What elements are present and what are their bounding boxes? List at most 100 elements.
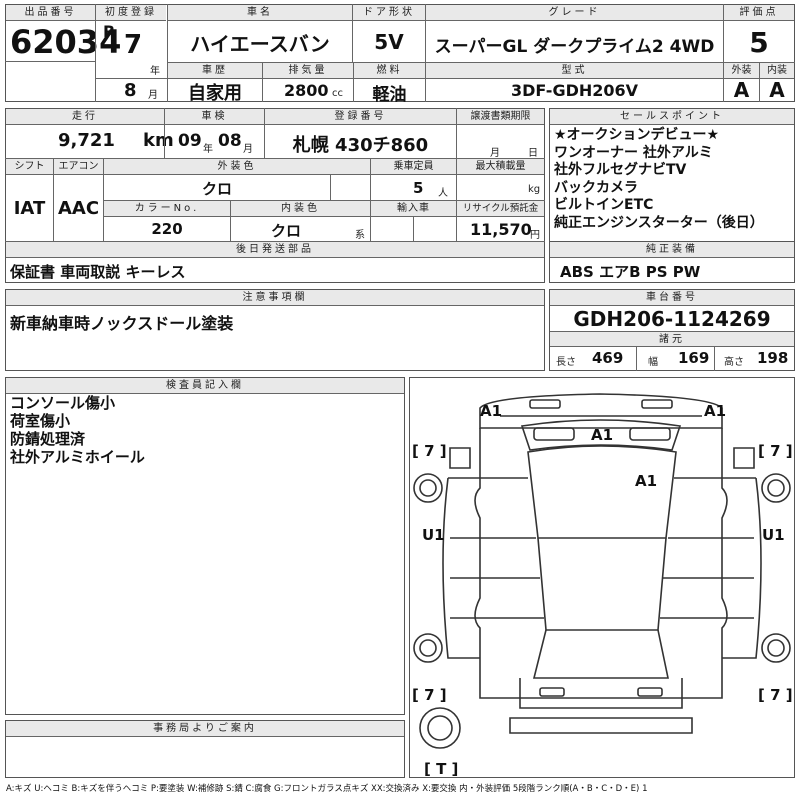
lot-number-label: 出品番号 — [6, 5, 95, 21]
sales-points-list: ★オークションデビュー★ ワンオーナー 社外アルミ 社外フルセグナビTV バック… — [554, 127, 764, 232]
exterior-label: 外装 — [724, 63, 759, 79]
chassis-label: 車台番号 — [550, 290, 794, 306]
shift: IAT — [13, 198, 46, 219]
score: 5 — [749, 26, 769, 59]
width-label: 幅 — [648, 357, 658, 368]
specs-label: 諸元 — [550, 331, 794, 347]
sales-points-section: セールスポイント ★オークションデビュー★ ワンオーナー 社外アルミ 社外フルセ… — [549, 108, 795, 242]
ac-label: エアコン — [54, 159, 103, 175]
height-label: 高さ — [724, 357, 744, 368]
history-label: 車歴 — [168, 63, 262, 79]
equipment-section: 純正装備 ABS エアB PS PW — [549, 241, 795, 283]
list-item: ワンオーナー 社外アルミ — [554, 144, 713, 161]
recycle-label: リサイクル預託金 — [457, 201, 544, 217]
color: クロ — [201, 180, 232, 198]
model: 3DF-GDH206V — [510, 81, 639, 100]
displacement: 2800 — [284, 81, 329, 100]
list-item: 荷室傷小 — [10, 412, 71, 430]
shift-label: シフト — [6, 159, 53, 175]
mark-front-left: A1 — [480, 402, 502, 420]
interior-grade: A — [769, 78, 785, 102]
load-label: 最大積載量 — [457, 159, 544, 175]
list-item: 社外フルセグナビTV — [554, 162, 687, 178]
wheel-fl — [413, 473, 443, 503]
capacity: 5 — [413, 179, 424, 197]
tread-rear-left: [ 7 ] — [412, 686, 447, 704]
transfer-day-unit: 日 — [528, 148, 538, 159]
interior-label: 内装 — [760, 63, 794, 79]
transfer-label: 譲渡書類期限 — [457, 109, 544, 125]
list-item: 純正エンジンスターター（後日） — [554, 214, 764, 231]
capacity-label: 乗車定員 — [371, 159, 456, 175]
inspector-notes: コンソール傷小 荷室傷小 防錆処理済 社外アルミホイール — [10, 394, 145, 466]
car-diagram: A1 A1 A1 A1 U1 U1 [ 7 ] [ 7 ] [ 7 ] [ 7 … — [409, 377, 795, 778]
recycle: 11,570 — [470, 220, 532, 239]
history: 自家用 — [188, 83, 242, 104]
wheel-rl — [413, 633, 443, 663]
mark-windshield: A1 — [591, 426, 613, 444]
inspection-year: 09 — [178, 131, 202, 151]
import-label: 輸入車 — [371, 201, 456, 217]
door-type: 5V — [374, 30, 404, 54]
color-no: 220 — [151, 220, 183, 238]
office-label: 事務局よりご案内 — [6, 721, 404, 737]
inspection-month-unit: 月 — [243, 144, 253, 155]
mark-roof: A1 — [635, 472, 657, 490]
interior-color: クロ — [270, 222, 301, 240]
office-section: 事務局よりご案内 — [5, 720, 405, 778]
tread-spare: [ T ] — [424, 760, 458, 777]
body-outline — [474, 428, 728, 699]
plate-label: 登録番号 — [265, 109, 456, 125]
load-unit: kg — [528, 184, 541, 195]
first-reg-era: R — [103, 22, 116, 41]
list-item: ★オークションデビュー★ — [554, 127, 720, 143]
wheel-spare — [419, 707, 461, 749]
list-item: ビルトインETC — [554, 197, 654, 213]
mark-door-right: U1 — [762, 526, 785, 544]
deferred-parts: 保証書 車両取説 キーレス — [10, 263, 186, 281]
interior-color-unit: 系 — [355, 230, 365, 241]
roof — [527, 445, 677, 539]
inspection-month: 08 — [218, 131, 242, 151]
legend: A:キズ U:ヘコミ B:キズを伴うヘコミ P:要塗装 W:補修跡 S:錆 C:… — [6, 784, 648, 794]
capacity-unit: 人 — [438, 188, 448, 199]
list-item: バックカメラ — [554, 179, 638, 196]
tread-front-right: [ 7 ] — [758, 442, 793, 460]
car-name: ハイエースバン — [190, 32, 330, 56]
color-label: 外装色 — [104, 159, 370, 175]
exterior-grade: A — [733, 78, 750, 102]
first-reg-label: 初度登録 — [96, 5, 166, 21]
height-value: 198 — [757, 349, 789, 367]
wheel-fr — [761, 473, 791, 503]
tread-rear-right: [ 7 ] — [758, 686, 793, 704]
caution-section: 注意事項欄 新車納車時ノックスドール塗装 — [5, 289, 545, 371]
list-item: 社外アルミホイール — [10, 448, 145, 466]
equipment-label: 純正装備 — [550, 242, 794, 258]
displacement-label: 排気量 — [263, 63, 353, 79]
car-name-label: 車名 — [168, 5, 352, 21]
caution-value: 新車納車時ノックスドール塗装 — [10, 314, 234, 333]
interior-color-label: 内装色 — [231, 201, 370, 217]
color-no-label: カラーNo. — [104, 201, 230, 217]
fuel: 軽油 — [372, 85, 407, 105]
ac: AAC — [57, 198, 100, 219]
first-reg-year: 7 — [124, 30, 143, 60]
inspector-label: 検査員記入欄 — [6, 378, 404, 394]
list-item: コンソール傷小 — [10, 394, 116, 412]
length-label: 長さ — [556, 357, 576, 368]
grade-label: グレード — [426, 5, 723, 21]
displacement-unit: cc — [332, 88, 343, 99]
transfer-month-unit: 月 — [490, 148, 500, 159]
mileage-label: 走行 — [6, 109, 164, 125]
chassis-section: 車台番号 GDH206-1124269 諸元 長さ 469 幅 169 高さ 1… — [549, 289, 795, 371]
recycle-unit: 円 — [530, 230, 540, 241]
equipment-value: ABS エアB PS PW — [560, 263, 701, 281]
front-bumper — [479, 393, 723, 429]
inspection-year-unit: 年 — [203, 144, 213, 155]
tread-front-left: [ 7 ] — [412, 442, 447, 460]
width-value: 169 — [678, 349, 710, 367]
mark-door-left: U1 — [422, 526, 445, 544]
inspection-label: 車検 — [165, 109, 264, 125]
first-reg-year-unit: 年 — [150, 66, 160, 77]
first-reg-month: 8 — [124, 80, 137, 101]
